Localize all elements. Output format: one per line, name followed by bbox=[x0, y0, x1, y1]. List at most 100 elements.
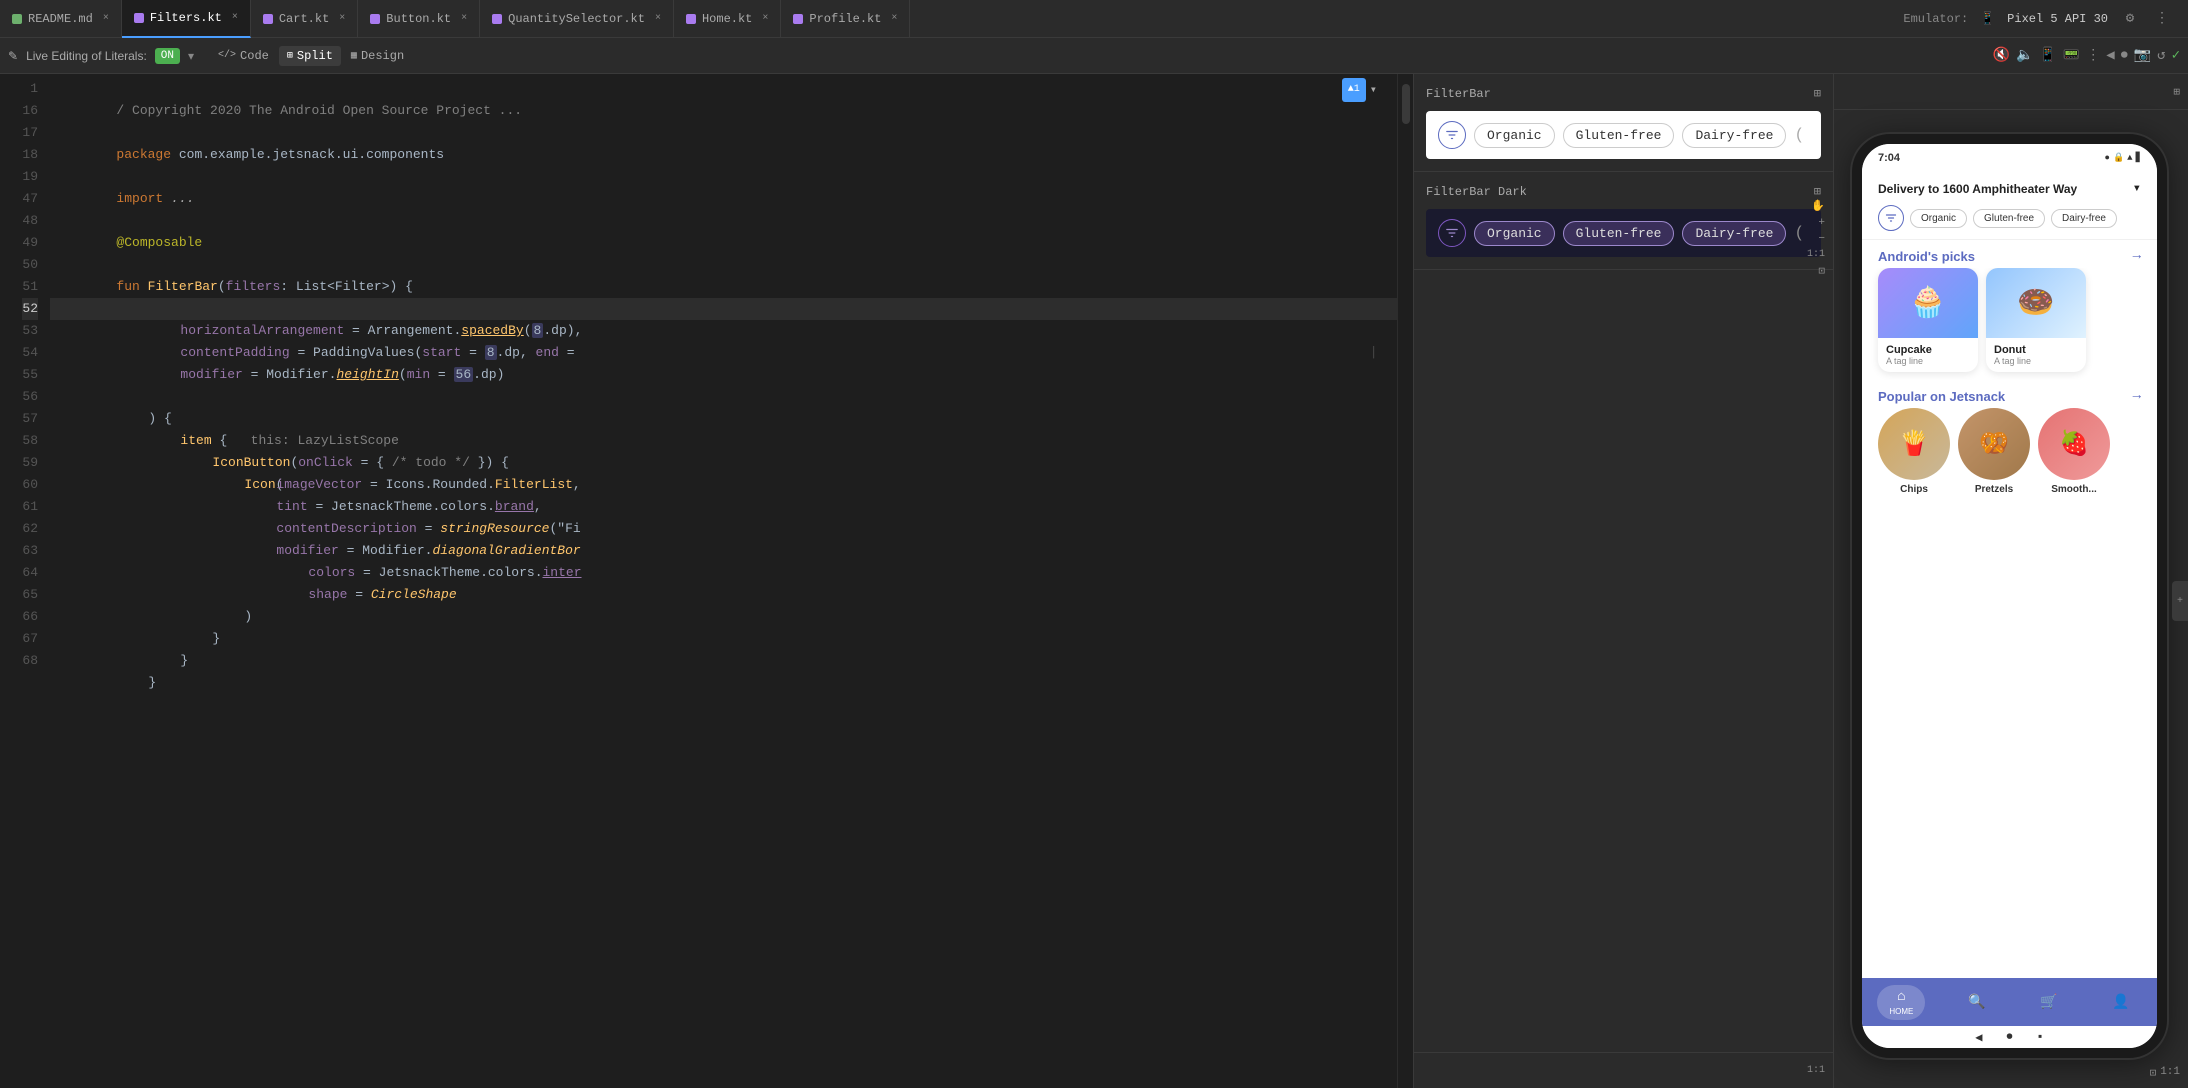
cart-nav-icon: 🛒 bbox=[2040, 994, 2057, 1011]
emulator-header: ⊞ bbox=[1834, 74, 2188, 110]
chip-dairy[interactable]: Dairy-free bbox=[2051, 209, 2117, 228]
top-bar-right: Emulator: 📱 Pixel 5 API 30 ⚙ ⋮ bbox=[1903, 9, 2188, 29]
tab-cart[interactable]: Cart.kt × bbox=[251, 0, 358, 38]
close-tab-icon[interactable]: × bbox=[103, 13, 109, 24]
chip-overflow-dark[interactable]: ( bbox=[1794, 224, 1804, 242]
code-line-55: ▾ ) { bbox=[50, 364, 1397, 386]
code-line-53: contentPadding = PaddingValues(start = 8… bbox=[50, 320, 1397, 342]
filter-icon[interactable] bbox=[1878, 205, 1904, 231]
expand-icon[interactable]: ⊞ bbox=[2173, 85, 2180, 99]
more-icon[interactable]: ⋮ bbox=[2086, 47, 2100, 64]
nav-home[interactable]: ⌂ HOME bbox=[1877, 985, 1925, 1020]
close-tab-icon[interactable]: × bbox=[339, 13, 345, 24]
delivery-dropdown-icon[interactable]: ▾ bbox=[2133, 180, 2141, 197]
preview-expand-icon[interactable]: ⊞ bbox=[1814, 86, 1821, 101]
chip-gluten-light[interactable]: Gluten-free bbox=[1563, 123, 1675, 148]
nav-cart[interactable]: 🛒 bbox=[2028, 990, 2069, 1015]
design-view-btn[interactable]: ▦ Design bbox=[343, 46, 412, 66]
close-tab-icon[interactable]: × bbox=[232, 12, 238, 23]
zoom-in-icon[interactable]: + bbox=[1818, 217, 1825, 229]
tab-bar: README.md × Filters.kt × Cart.kt × Butto… bbox=[0, 0, 2188, 38]
lock-icon: 🔒 bbox=[2113, 153, 2124, 163]
home-icon-btn[interactable]: ⏺ bbox=[2121, 48, 2128, 64]
donut-subtitle: A tag line bbox=[1994, 356, 2078, 366]
nav-search[interactable]: 🔍 bbox=[1956, 990, 1997, 1015]
section-title-popular: Popular on Jetsnack bbox=[1878, 389, 2005, 404]
camera-status-icon: ● bbox=[2105, 153, 2110, 163]
main-content: 1 16 17 18 19 47 48 49 50 51 52 53 54 55… bbox=[0, 74, 2188, 1088]
close-tab-icon[interactable]: × bbox=[461, 13, 467, 24]
volume-icon[interactable]: 🔈 bbox=[2016, 47, 2033, 64]
tab-qty[interactable]: QuantitySelector.kt × bbox=[480, 0, 674, 38]
phone-rotate-icon[interactable]: 📱 bbox=[2039, 47, 2056, 64]
more-icon[interactable]: ⋮ bbox=[2152, 9, 2172, 29]
recent-gesture-btn[interactable]: ▪ bbox=[2037, 1030, 2044, 1044]
camera-icon[interactable]: 📷 bbox=[2134, 47, 2151, 64]
code-view-btn[interactable]: </> Code bbox=[210, 46, 277, 66]
phone-body[interactable]: Android's picks → 🧁 Cupcake A tag line bbox=[1862, 240, 2157, 978]
fit-icon[interactable]: ⊡ bbox=[1818, 264, 1825, 278]
tab-profile[interactable]: Profile.kt × bbox=[781, 0, 910, 38]
dropdown-arrow[interactable]: ▾ bbox=[188, 49, 194, 63]
code-content[interactable]: / Copyright 2020 The Android Open Source… bbox=[50, 74, 1397, 1088]
split-view-btn[interactable]: ⊞ Split bbox=[279, 46, 341, 66]
chip-gluten[interactable]: Gluten-free bbox=[1973, 209, 2045, 228]
back-icon[interactable]: ◀ bbox=[2106, 47, 2114, 64]
live-edit-status[interactable]: ON bbox=[155, 48, 180, 64]
chip-dairy-light[interactable]: Dairy-free bbox=[1682, 123, 1786, 148]
zoom-fit-icon[interactable]: ⊡ bbox=[2150, 1066, 2157, 1080]
chip-organic-dark[interactable]: Organic bbox=[1474, 221, 1555, 246]
code-line-49: ▾ fun FilterBar(filters: List<Filter>) { bbox=[50, 232, 1397, 254]
design-icon: ▦ bbox=[351, 50, 357, 62]
popular-smoothie[interactable]: 🍓 Smooth... bbox=[2038, 408, 2110, 495]
preview-expand-icon[interactable]: ⊞ bbox=[1814, 184, 1821, 199]
chip-dairy-dark[interactable]: Dairy-free bbox=[1682, 221, 1786, 246]
tab-filters[interactable]: Filters.kt × bbox=[122, 0, 251, 38]
split-icon: ⊞ bbox=[287, 50, 293, 62]
refresh-icon[interactable]: ↺ bbox=[2157, 47, 2165, 64]
tab-home[interactable]: Home.kt × bbox=[674, 0, 781, 38]
popular-items-row: 🍟 Chips 🥨 Pretzels 🍓 Smooth... bbox=[1862, 408, 2157, 503]
code-line-48: @Composable bbox=[50, 210, 1397, 232]
tab-readme[interactable]: README.md × bbox=[0, 0, 122, 38]
nav-profile[interactable]: 👤 bbox=[2100, 990, 2141, 1015]
close-tab-icon[interactable]: × bbox=[655, 13, 661, 24]
phone-status-icons: ● 🔒 ▲ ▊ bbox=[2105, 153, 2141, 163]
tab-button[interactable]: Button.kt × bbox=[358, 0, 480, 38]
view-buttons: </> Code ⊞ Split ▦ Design bbox=[210, 46, 412, 66]
home-gesture-btn[interactable]: ⏺ bbox=[2007, 1030, 2013, 1044]
volume-off-icon[interactable]: 🔇 bbox=[1993, 47, 2010, 64]
close-tab-icon[interactable]: × bbox=[891, 13, 897, 24]
back-gesture-btn[interactable]: ◀ bbox=[1975, 1030, 1982, 1045]
section-arrow-picks[interactable]: → bbox=[2133, 248, 2141, 264]
popular-pretzels[interactable]: 🥨 Pretzels bbox=[1958, 408, 2030, 495]
phone-wrapper: 7:04 ● 🔒 ▲ ▊ Delivery to 1600 Amphitheat… bbox=[1834, 110, 2188, 1088]
expand-arrow-icon: + bbox=[2177, 596, 2183, 607]
chip-organic[interactable]: Organic bbox=[1910, 209, 1967, 228]
expand-panel-btn[interactable]: + bbox=[2172, 581, 2188, 621]
code-line-65: ) bbox=[50, 584, 1397, 606]
filter-list-icon-dark[interactable] bbox=[1438, 219, 1466, 247]
chip-organic-light[interactable]: Organic bbox=[1474, 123, 1555, 148]
popular-chips[interactable]: 🍟 Chips bbox=[1878, 408, 1950, 495]
cupcake-subtitle: A tag line bbox=[1886, 356, 1970, 366]
close-tab-icon[interactable]: × bbox=[762, 13, 768, 24]
donut-card[interactable]: 🍩 Donut A tag line bbox=[1986, 268, 2086, 372]
cupcake-card[interactable]: 🧁 Cupcake A tag line bbox=[1878, 268, 1978, 372]
expand-icon[interactable]: ▾ bbox=[1370, 79, 1377, 101]
filter-list-icon-light[interactable] bbox=[1438, 121, 1466, 149]
chip-overflow-light[interactable]: ( bbox=[1794, 126, 1804, 144]
live-edit-label: Live Editing of Literals: bbox=[26, 49, 147, 63]
zoom-out-icon[interactable]: − bbox=[1818, 233, 1825, 245]
toolbar-icons: 🔇 🔈 📱 📟 ⋮ ◀ ⏺ 📷 ↺ ✓ bbox=[1993, 47, 2181, 64]
code-icon: </> bbox=[218, 50, 236, 61]
filterbar-light-content: Organic Gluten-free Dairy-free ( bbox=[1426, 111, 1821, 159]
section-arrow-popular[interactable]: → bbox=[2133, 388, 2141, 404]
code-scrollbar[interactable] bbox=[1397, 74, 1413, 1088]
chip-gluten-dark[interactable]: Gluten-free bbox=[1563, 221, 1675, 246]
md-icon bbox=[12, 14, 22, 24]
code-editor[interactable]: 1 16 17 18 19 47 48 49 50 51 52 53 54 55… bbox=[0, 74, 1413, 1088]
hand-cursor-icon[interactable]: ✋ bbox=[1811, 199, 1825, 213]
tablet-icon[interactable]: 📟 bbox=[2063, 47, 2080, 64]
settings-icon[interactable]: ⚙ bbox=[2120, 9, 2140, 29]
